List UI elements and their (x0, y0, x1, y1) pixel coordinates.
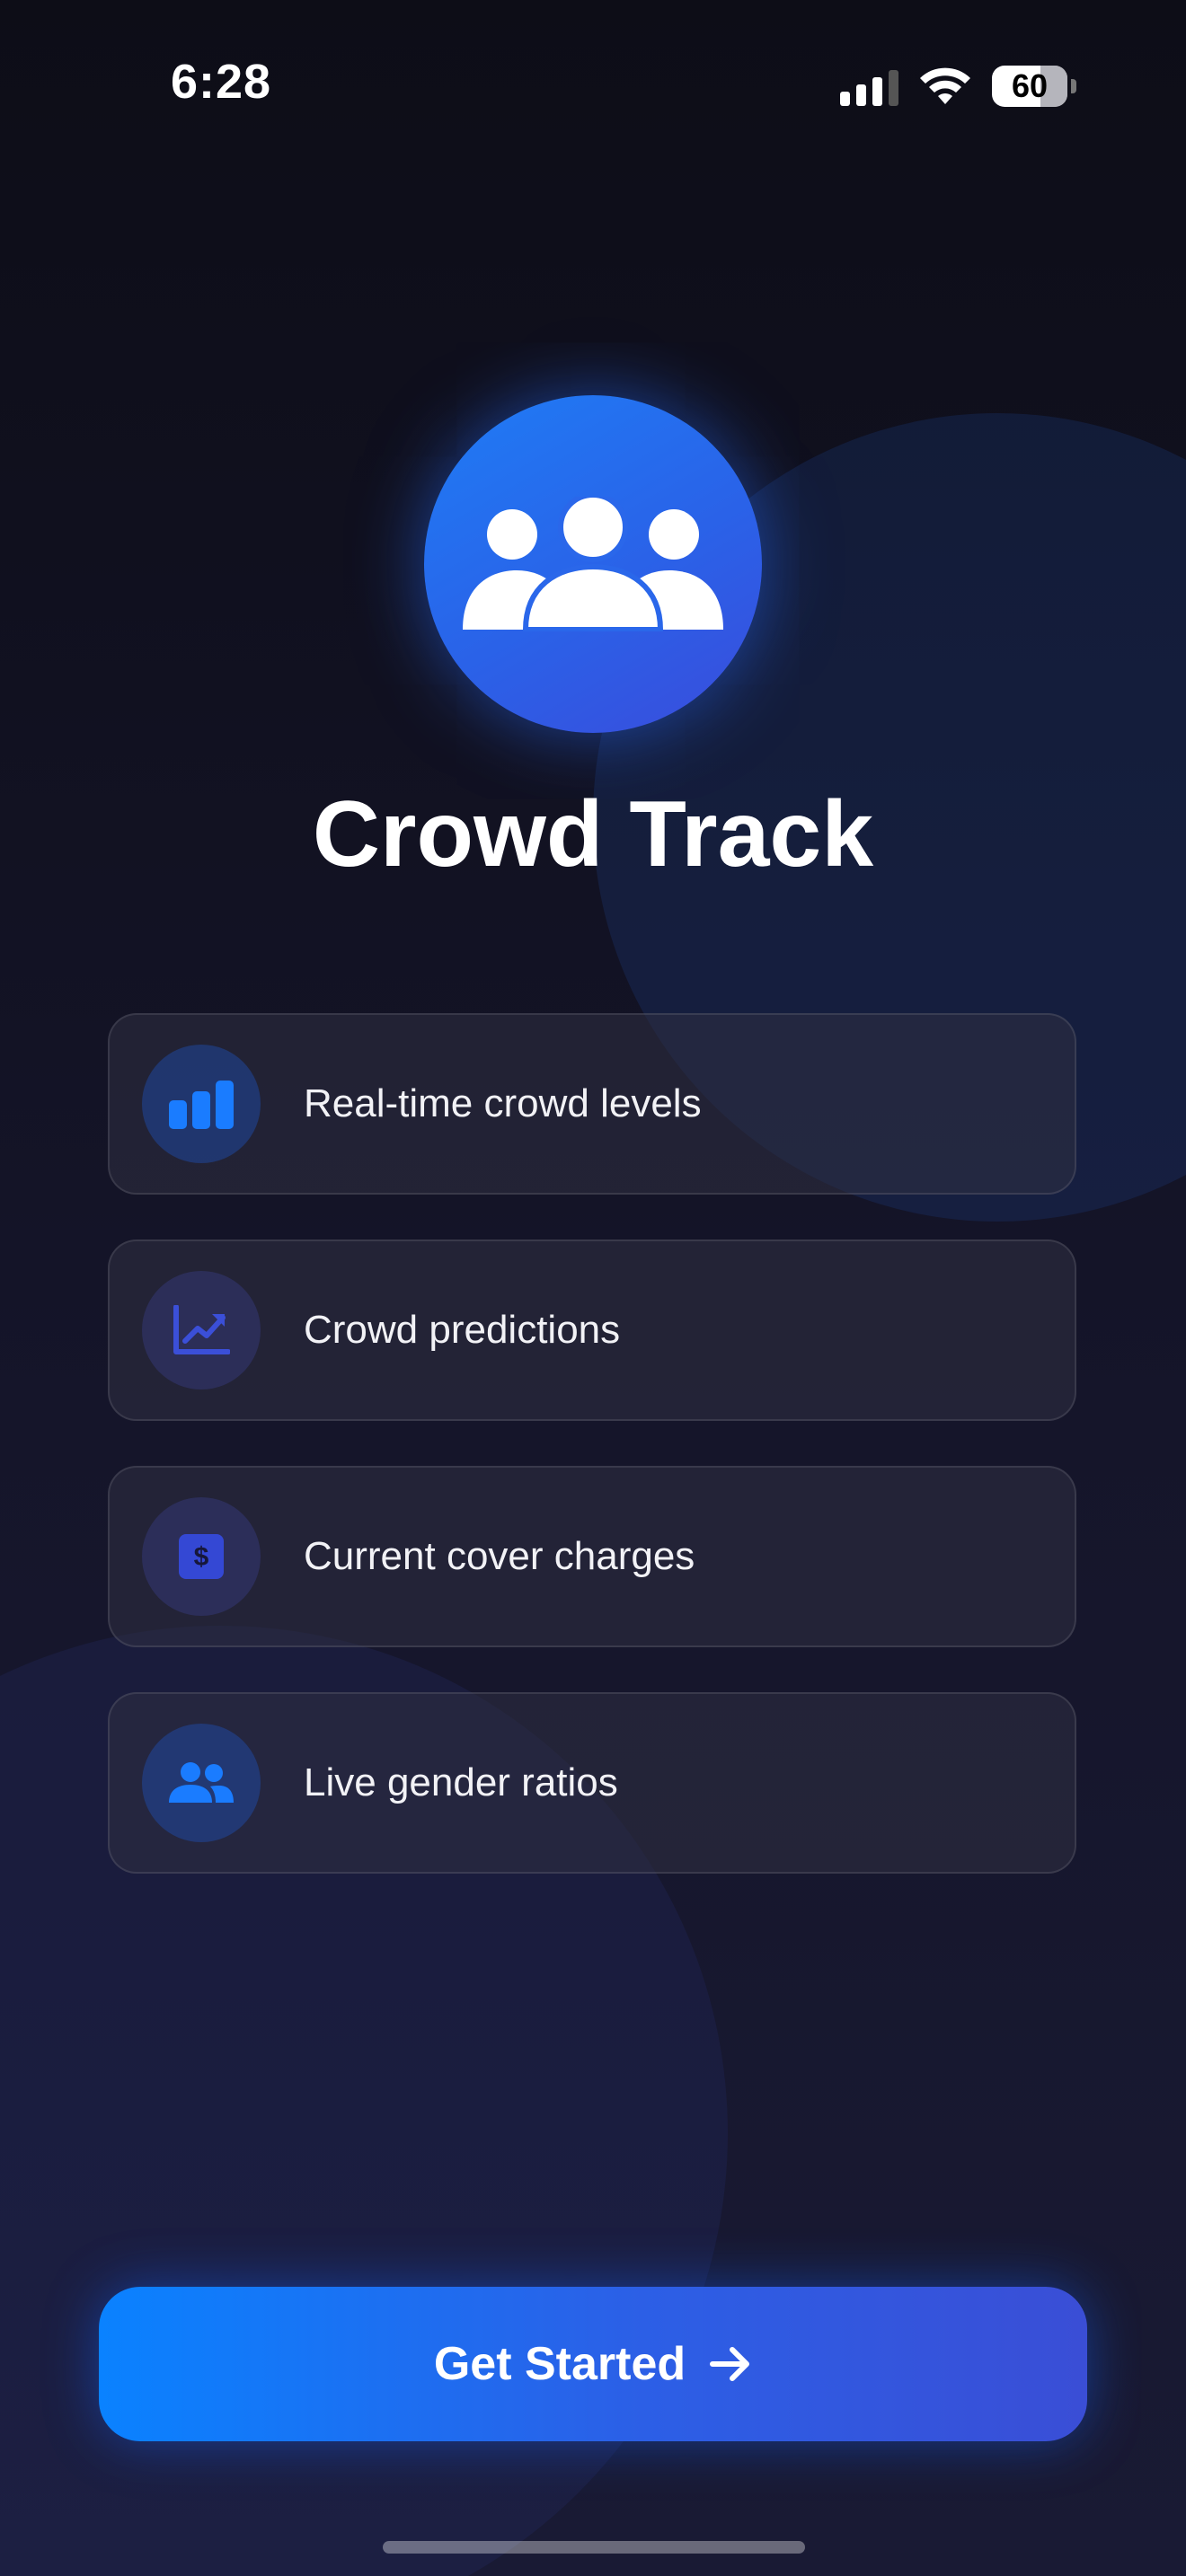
feature-card-cover-charges: $ Current cover charges (108, 1466, 1076, 1647)
feature-label: Crowd predictions (304, 1308, 621, 1352)
wifi-icon (920, 67, 970, 104)
home-indicator[interactable] (383, 2541, 805, 2554)
app-logo (424, 395, 762, 733)
people-icon (142, 1724, 261, 1842)
bar-chart-icon (142, 1045, 261, 1163)
status-icons: 60 (840, 63, 1076, 110)
feature-card-crowd-levels: Real-time crowd levels (108, 1013, 1076, 1195)
arrow-right-icon (710, 2347, 750, 2381)
trend-chart-icon (142, 1271, 261, 1389)
feature-label: Real-time crowd levels (304, 1081, 702, 1125)
get-started-label: Get Started (433, 2338, 686, 2390)
feature-card-predictions: Crowd predictions (108, 1239, 1076, 1421)
feature-label: Live gender ratios (304, 1760, 618, 1804)
get-started-button[interactable]: Get Started (99, 2287, 1087, 2441)
battery-tip (1071, 79, 1076, 93)
cellular-signal-icon (840, 66, 898, 106)
battery-icon: 60 (992, 66, 1067, 107)
group-people-icon (463, 497, 723, 631)
app-title: Crowd Track (312, 782, 874, 887)
feature-card-gender-ratios: Live gender ratios (108, 1692, 1076, 1874)
onboarding-screen: 6:28 60 Crowd Track Real-time crowd leve… (0, 0, 1186, 2576)
dollar-icon: $ (142, 1497, 261, 1616)
status-time: 6:28 (171, 55, 272, 109)
battery-level: 60 (1011, 67, 1049, 104)
svg-text:$: $ (194, 1542, 209, 1572)
feature-label: Current cover charges (304, 1534, 695, 1578)
